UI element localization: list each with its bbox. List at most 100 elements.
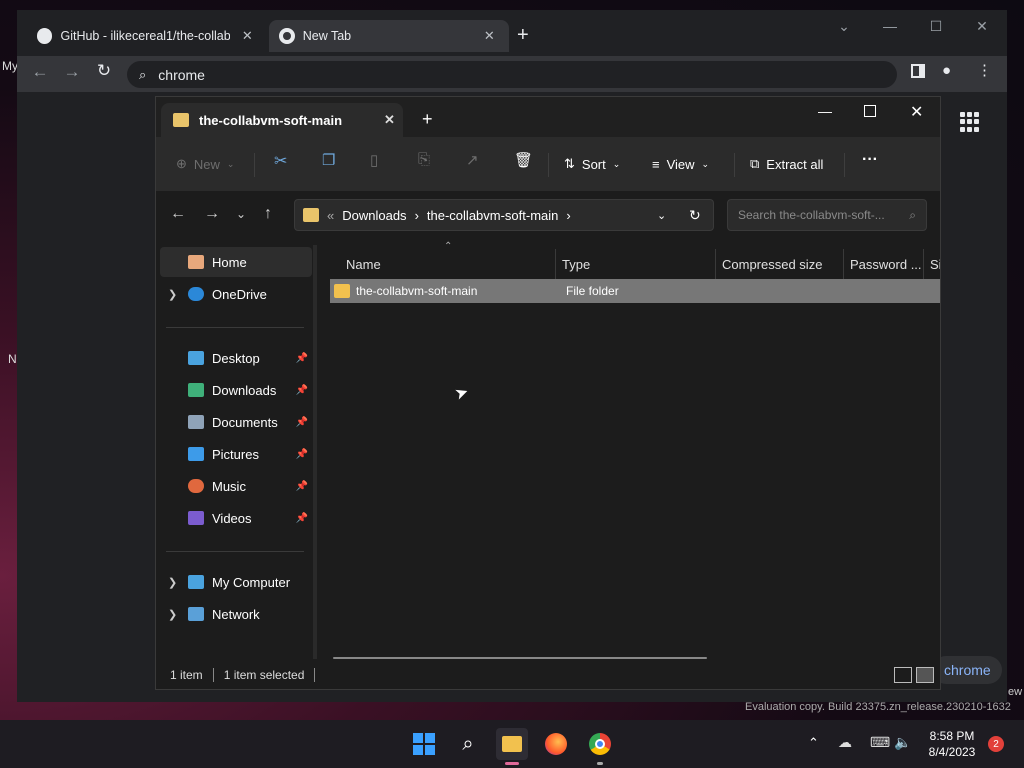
document-icon [188, 415, 204, 429]
sort-label: Sort [581, 156, 606, 172]
horizontal-scrollbar[interactable] [333, 657, 707, 659]
pane-splitter[interactable] [313, 245, 317, 659]
details-view-icon[interactable] [894, 667, 912, 683]
paste-icon[interactable]: ▯ [370, 151, 378, 177]
more-options-icon[interactable]: ··· [862, 151, 878, 177]
omnibox-text: chrome [158, 66, 205, 83]
copy-icon[interactable]: ❐ [322, 151, 335, 177]
chevron-right-icon[interactable]: ❯ [168, 608, 177, 621]
column-header-name[interactable]: Name [330, 249, 556, 279]
address-bar[interactable]: « Downloads › the-collabvm-soft-main › ⌄… [294, 199, 714, 231]
start-button[interactable] [408, 728, 440, 760]
new-tab-icon[interactable]: + [517, 24, 529, 47]
chevron-up-icon[interactable]: ⌃ [808, 735, 819, 751]
new-label: New [193, 156, 220, 172]
forward-icon[interactable]: → [204, 205, 220, 223]
sidebar-item-music[interactable]: Music 📌 [160, 471, 312, 501]
sort-button[interactable]: ⇅ Sort ⌄ [564, 151, 620, 177]
forward-icon[interactable]: → [57, 62, 87, 82]
overflow-icon[interactable]: « [327, 208, 334, 223]
sidebar-item-onedrive[interactable]: ❯ OneDrive [160, 279, 312, 309]
search-icon[interactable]: ⌕ [452, 728, 484, 760]
chrome-tab-github[interactable]: GitHub - ilikecereal1/the-collabvm ✕ [27, 20, 267, 52]
pin-icon: 📌 [295, 448, 308, 460]
extract-all-button[interactable]: ⧉ Extract all [750, 151, 823, 177]
chrome-tabbar: GitHub - ilikecereal1/the-collabvm ✕ New… [17, 10, 1007, 56]
tiles-view-icon[interactable] [916, 667, 934, 683]
back-icon[interactable]: ← [170, 205, 186, 223]
plus-circle-icon: ⊕ [176, 156, 187, 171]
menu-dots-icon[interactable]: ⋮ [977, 61, 992, 79]
rename-icon[interactable]: ⎘ [418, 151, 430, 177]
minimize-icon[interactable]: — [867, 10, 913, 42]
desktop-label-right: ew [1008, 686, 1023, 698]
recent-chevron-icon[interactable]: ⌄ [236, 207, 246, 221]
profile-icon[interactable]: ● [942, 62, 951, 79]
file-type: File folder [566, 284, 619, 298]
view-label: View [666, 156, 695, 172]
sidebar-item-documents[interactable]: Documents 📌 [160, 407, 312, 437]
breadcrumb-downloads[interactable]: Downloads [342, 208, 406, 223]
maximize-icon[interactable]: ☐ [913, 10, 959, 42]
omnibox[interactable]: ⌕ chrome [127, 61, 897, 88]
volume-icon[interactable]: 🔈 [894, 734, 911, 751]
pin-icon: 📌 [295, 416, 308, 428]
chip-label: chrome [944, 662, 991, 678]
sidebar-item-network[interactable]: ❯ Network [160, 599, 312, 629]
sidebar-item-downloads[interactable]: Downloads 📌 [160, 375, 312, 405]
column-header-size[interactable]: Si [924, 249, 940, 279]
desktop-icon [188, 351, 204, 365]
chevron-right-icon[interactable]: ❯ [168, 288, 177, 301]
sidepanel-icon[interactable] [911, 64, 925, 78]
cloud-offline-icon[interactable]: ☁ [838, 734, 852, 751]
clock[interactable]: 8:58 PM 8/4/2023 [922, 728, 982, 760]
explorer-tab[interactable]: the-collabvm-soft-main ✕ [161, 103, 403, 137]
back-icon[interactable]: ← [25, 62, 55, 82]
tab-search-icon[interactable]: ⌄ [821, 10, 867, 42]
chrome-logo [589, 733, 611, 755]
chrome-shortcut-chip[interactable]: chrome [932, 656, 1002, 684]
close-window-icon[interactable]: ✕ [959, 10, 1005, 42]
new-button[interactable]: ⊕ New ⌄ [176, 151, 234, 177]
new-tab-icon[interactable]: + [422, 109, 433, 130]
column-header-password[interactable]: Password ... [844, 249, 924, 279]
share-icon[interactable]: ↗ [466, 151, 479, 177]
maximize-icon[interactable] [864, 105, 876, 117]
up-icon[interactable]: ↑ [264, 205, 272, 223]
close-window-icon[interactable]: ✕ [910, 102, 923, 122]
evaluation-watermark: Evaluation copy. Build 23375.zn_release.… [745, 701, 1011, 713]
sidebar-item-desktop[interactable]: Desktop 📌 [160, 343, 312, 373]
refresh-icon[interactable]: ↻ [689, 207, 701, 224]
sidebar-item-videos[interactable]: Videos 📌 [160, 503, 312, 533]
table-row[interactable]: the-collabvm-soft-main File folder [330, 279, 940, 303]
video-icon [188, 511, 204, 525]
close-tab-icon[interactable]: ✕ [238, 28, 257, 44]
address-dropdown-icon[interactable]: ⌄ [657, 209, 666, 222]
network-icon[interactable]: ⌨ [870, 734, 890, 751]
desktop-label-top: My [2, 59, 18, 73]
notification-badge[interactable]: 2 [988, 736, 1004, 752]
firefox-icon[interactable] [540, 728, 572, 760]
search-box[interactable]: Search the-collabvm-soft-... ⌕ [727, 199, 927, 231]
sidebar-item-my-computer[interactable]: ❯ My Computer [160, 567, 312, 597]
sidebar-item-pictures[interactable]: Pictures 📌 [160, 439, 312, 469]
sidebar-item-home[interactable]: Home [160, 247, 312, 277]
apps-grid-icon[interactable] [960, 112, 980, 132]
view-button[interactable]: ≡ View ⌄ [652, 151, 709, 177]
close-tab-icon[interactable]: ✕ [384, 112, 395, 128]
file-explorer-taskbar-icon[interactable] [496, 728, 528, 760]
sidebar-item-label: OneDrive [212, 286, 267, 302]
column-header-type[interactable]: Type [556, 249, 716, 279]
chrome-tab-newtab[interactable]: New Tab ✕ [269, 20, 509, 52]
cut-icon[interactable]: ✂ [274, 151, 287, 177]
selection-count: 1 item selected [223, 668, 305, 682]
chrome-taskbar-icon[interactable] [584, 728, 616, 760]
delete-icon[interactable]: 🗑 [514, 151, 533, 177]
minimize-icon[interactable]: — [818, 103, 832, 119]
breadcrumb-current[interactable]: the-collabvm-soft-main [427, 208, 559, 223]
reload-icon[interactable]: ↻ [89, 61, 119, 81]
column-header-compressed[interactable]: Compressed size [716, 249, 844, 279]
close-tab-icon[interactable]: ✕ [480, 28, 499, 44]
chevron-down-icon: ⌄ [612, 158, 621, 169]
chevron-right-icon[interactable]: ❯ [168, 576, 177, 589]
